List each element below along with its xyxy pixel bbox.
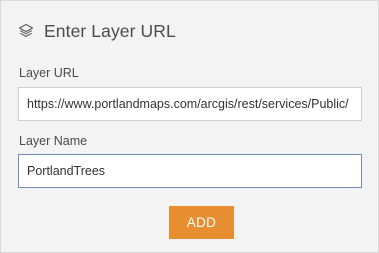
layer-name-label: Layer Name [19, 134, 88, 148]
layer-url-input[interactable] [18, 87, 362, 121]
layers-icon [17, 22, 35, 40]
panel-title: Enter Layer URL [44, 20, 176, 41]
panel-header: Enter Layer URL [17, 19, 176, 43]
layer-name-input[interactable] [18, 154, 362, 188]
enter-layer-url-panel: Enter Layer URL Layer URL Layer Name ADD [0, 0, 379, 253]
layer-url-label: Layer URL [19, 66, 79, 80]
add-button[interactable]: ADD [169, 206, 234, 239]
